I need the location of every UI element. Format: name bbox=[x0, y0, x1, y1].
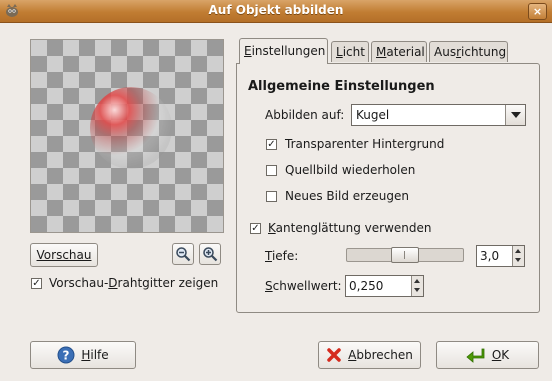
zoom-in-icon bbox=[203, 247, 218, 262]
preview-button-label: Vorschau bbox=[36, 248, 92, 262]
ok-mnemonic: O bbox=[491, 348, 502, 362]
help-icon: ? bbox=[57, 346, 75, 364]
general-settings-heading: Allgemeine Einstellungen bbox=[248, 79, 435, 94]
antialiasing-label[interactable]: Kantenglättung verwenden bbox=[268, 221, 432, 235]
tab-ausrichtung-label-1: Aus bbox=[434, 45, 457, 59]
dialog-window: Auf Objekt abbilden × Vorschau ✓ Vorscha… bbox=[0, 0, 552, 381]
zoom-out-button[interactable] bbox=[172, 243, 194, 265]
tab-einstellungen-label: instellungen bbox=[251, 44, 326, 58]
preview-sphere bbox=[90, 87, 172, 169]
tab-material-mnemonic: M bbox=[376, 45, 387, 59]
antialiasing-mnemonic: K bbox=[268, 221, 276, 235]
window-title: Auf Objekt abbilden bbox=[208, 3, 344, 17]
tab-licht[interactable]: Licht bbox=[331, 41, 369, 62]
antialiasing-label-text: antenglättung verwenden bbox=[275, 221, 432, 235]
map-to-value: Kugel bbox=[356, 108, 390, 122]
tab-licht-label: icht bbox=[342, 45, 365, 59]
tile-source-label[interactable]: Quellbild wiederholen bbox=[285, 163, 415, 177]
check-mark-icon: ✓ bbox=[251, 223, 260, 234]
title-bar[interactable]: Auf Objekt abbilden × bbox=[0, 0, 552, 23]
depth-slider-handle[interactable] bbox=[391, 247, 419, 263]
threshold-spinbutton[interactable]: 0,250 bbox=[345, 275, 424, 297]
preview-button[interactable]: Vorschau bbox=[30, 243, 98, 267]
tab-licht-mnemonic: L bbox=[336, 45, 343, 59]
preview-canvas bbox=[30, 39, 224, 233]
threshold-mnemonic: S bbox=[265, 279, 273, 293]
map-to-dropdown[interactable]: Kugel bbox=[351, 104, 526, 126]
wireframe-label-text-1: Vorschau- bbox=[49, 276, 109, 290]
tab-einstellungen-mnemonic: E bbox=[244, 44, 252, 58]
ok-arrow-icon bbox=[466, 348, 485, 363]
zoom-in-button[interactable] bbox=[199, 243, 221, 265]
threshold-label: Schwellwert: bbox=[265, 279, 342, 293]
depth-value: 3,0 bbox=[480, 249, 500, 263]
wireframe-label-text-2: rahtgitter zeigen bbox=[117, 276, 219, 290]
depth-spinbutton[interactable]: 3,0 bbox=[476, 245, 525, 267]
tab-ausrichtung-label-2: ichtung bbox=[461, 45, 507, 59]
transparent-background-checkbox[interactable]: ✓ bbox=[266, 139, 277, 150]
spin-arrows-icon[interactable] bbox=[411, 276, 423, 296]
depth-label-text: iefe: bbox=[271, 249, 299, 263]
wireframe-label[interactable]: Vorschau-Drahtgitter zeigen bbox=[49, 276, 218, 290]
help-label: ilfe bbox=[90, 348, 109, 362]
tab-ausrichtung[interactable]: Ausrichtung bbox=[429, 41, 508, 62]
ok-button[interactable]: OK bbox=[436, 341, 539, 369]
cancel-icon bbox=[327, 348, 341, 362]
help-button[interactable]: ? Hilfe bbox=[30, 341, 136, 369]
tile-source-checkbox[interactable] bbox=[266, 165, 277, 176]
zoom-out-icon bbox=[176, 247, 191, 262]
check-mark-icon: ✓ bbox=[32, 278, 41, 289]
close-button[interactable]: × bbox=[528, 3, 547, 20]
cancel-button[interactable]: Abbrechen bbox=[318, 341, 421, 369]
check-mark-icon: ✓ bbox=[267, 139, 276, 150]
tab-material-label: aterial bbox=[386, 45, 425, 59]
depth-slider[interactable] bbox=[346, 247, 464, 263]
transparent-background-label[interactable]: Transparenter Hintergrund bbox=[285, 137, 444, 151]
svg-text:?: ? bbox=[63, 349, 70, 363]
map-to-label: Abbilden auf: bbox=[265, 108, 345, 122]
depth-mnemonic: T bbox=[265, 249, 272, 263]
antialiasing-checkbox[interactable]: ✓ bbox=[250, 223, 261, 234]
threshold-label-text: chwellwert: bbox=[272, 279, 342, 293]
new-image-checkbox[interactable] bbox=[266, 191, 277, 202]
threshold-value: 0,250 bbox=[349, 279, 384, 293]
new-image-label[interactable]: Neues Bild erzeugen bbox=[285, 189, 409, 203]
close-icon: × bbox=[532, 5, 543, 18]
tab-einstellungen[interactable]: Einstellungen bbox=[239, 38, 328, 64]
spin-arrows-icon[interactable] bbox=[512, 246, 524, 266]
wireframe-checkbox[interactable]: ✓ bbox=[31, 278, 42, 289]
chevron-down-icon bbox=[505, 105, 525, 125]
tab-material[interactable]: Material bbox=[371, 41, 427, 62]
ok-label: K bbox=[501, 348, 510, 362]
cancel-label: bbrechen bbox=[356, 348, 413, 362]
wireframe-label-mnemonic: D bbox=[108, 276, 118, 290]
depth-label: Tiefe: bbox=[265, 249, 298, 263]
